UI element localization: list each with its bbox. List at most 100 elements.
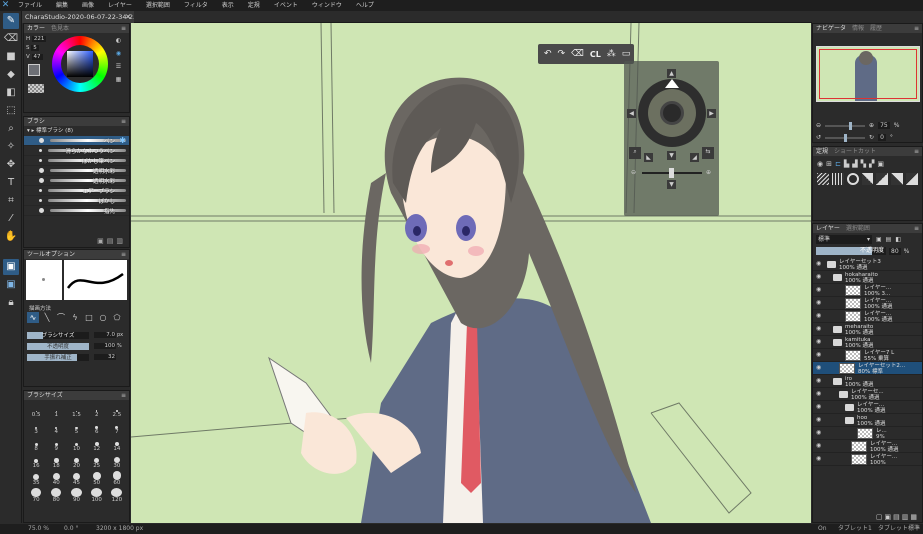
layer-row[interactable]: ◉ hoo 100% 通過: [813, 414, 922, 427]
ruler-snap-icon[interactable]: ⊞: [826, 160, 832, 168]
blend-mode-select[interactable]: 標準 ▾: [816, 235, 872, 244]
menu-event[interactable]: イベント: [267, 0, 305, 11]
brush-size-value[interactable]: 7.0: [94, 332, 116, 338]
clear-button[interactable]: CL: [590, 50, 601, 59]
ruler-tool-4-icon[interactable]: ▞: [869, 160, 874, 168]
brush-size-preset[interactable]: 2.5: [107, 403, 127, 418]
layer-row[interactable]: ◉ レイヤー7 L 55% 乗算: [813, 349, 922, 362]
panel-toggle-icon[interactable]: ▭: [622, 49, 631, 59]
brush-size-preset[interactable]: 14: [107, 437, 127, 452]
zoom-in-icon[interactable]: ⊕: [704, 168, 713, 177]
layer-visibility-icon[interactable]: ◉: [816, 456, 822, 462]
ruler-preset[interactable]: [817, 173, 829, 185]
brush-item[interactable]: ぼかし筆ペン: [24, 156, 129, 166]
panel-menu-icon[interactable]: ≡: [121, 250, 126, 259]
ruler-preset[interactable]: [831, 173, 844, 185]
brush-size-preset[interactable]: 45: [66, 471, 86, 486]
navigator-preview[interactable]: [816, 46, 920, 102]
layer-visibility-icon[interactable]: ◉: [816, 300, 822, 306]
navigator-rotate-slider[interactable]: [825, 133, 866, 142]
panel-menu-icon[interactable]: ≡: [914, 224, 919, 233]
transform-icon[interactable]: ⁂: [607, 49, 616, 59]
curve-icon[interactable]: ⌒: [55, 312, 67, 323]
layer-visibility-icon[interactable]: ◉: [816, 313, 822, 319]
brush-size-preset[interactable]: 5: [66, 420, 86, 435]
brush-size-preset[interactable]: 16: [26, 454, 46, 469]
layer-row[interactable]: ◉ kamituka 100% 通過: [813, 336, 922, 349]
hand-tool-icon[interactable]: ✋: [3, 229, 19, 245]
color-picker-icon[interactable]: ◐: [114, 36, 123, 45]
layer-row[interactable]: ◉ レイヤー... 100% 通過: [813, 297, 922, 310]
freehand-icon[interactable]: ∿: [27, 312, 39, 323]
navigator-zoom-slider[interactable]: [825, 121, 866, 130]
layer-visibility-icon[interactable]: ◉: [816, 365, 822, 371]
brush-size-preset[interactable]: 12: [87, 437, 107, 452]
tab-info[interactable]: 情報: [852, 24, 864, 33]
eraser-tool-icon[interactable]: ⌫: [3, 31, 19, 47]
opacity-value[interactable]: 100: [94, 343, 116, 349]
polyline-icon[interactable]: ϟ: [69, 312, 81, 323]
zoom-value[interactable]: 75: [878, 122, 890, 129]
canvas[interactable]: ↶ ↷ ⌫ CL ⁂ ▭ ▲ ◀ ▶ ▼ ⌕ ⇆ ◣ ◢ ⊖ ⊕ ▼: [131, 23, 811, 523]
brush-item[interactable]: 透明水彩: [24, 176, 129, 186]
layer-visibility-icon[interactable]: ◉: [816, 378, 822, 384]
zoom-out-icon[interactable]: ⊖: [629, 168, 638, 177]
layer-mask-icon[interactable]: ◧: [895, 236, 901, 243]
gradient-tool-icon[interactable]: ◧: [3, 85, 19, 101]
layer-visibility-icon[interactable]: ◉: [816, 339, 822, 345]
ruler-preset[interactable]: [906, 173, 918, 185]
rotate-right-icon[interactable]: ◢: [690, 153, 699, 162]
foreground-mode-icon[interactable]: ▣: [3, 259, 19, 275]
brush-size-preset[interactable]: 9: [46, 437, 66, 452]
tab-swatches[interactable]: 色見本: [51, 24, 69, 33]
layer-visibility-icon[interactable]: ◉: [816, 430, 822, 436]
brush-group-header[interactable]: ▾ ▸ 標準ブラシ (8): [24, 126, 129, 136]
rotate-cw-icon[interactable]: ↻: [869, 134, 874, 141]
h-value[interactable]: 221: [31, 36, 47, 42]
panel-menu-icon[interactable]: ≡: [914, 24, 919, 33]
brush-item[interactable]: ぼかし: [24, 196, 129, 206]
rotation-dial[interactable]: [638, 79, 706, 147]
ruler-tool-3-icon[interactable]: ▚: [861, 160, 866, 168]
rotate-value[interactable]: 0: [878, 134, 886, 141]
pen-tool-icon[interactable]: ✎: [3, 13, 19, 29]
layer-opacity-value[interactable]: 80: [889, 247, 901, 255]
brush-size-preset[interactable]: 30: [107, 454, 127, 469]
tab-color[interactable]: カラー: [27, 24, 45, 33]
rotate-left-icon[interactable]: ◣: [644, 153, 653, 162]
layer-row[interactable]: ◉ レイヤー... 100%: [813, 453, 922, 466]
menu-window[interactable]: ウィンドウ: [305, 0, 349, 11]
brush-size-preset[interactable]: 80: [46, 488, 66, 503]
menu-filter[interactable]: フィルタ: [177, 0, 215, 11]
layer-lock-icon[interactable]: ▣: [876, 236, 882, 243]
brush-size-preset[interactable]: 4: [46, 420, 66, 435]
crop-tool-icon[interactable]: ⌗: [3, 193, 19, 209]
brush-size-preset[interactable]: 10: [66, 437, 86, 452]
shape-tool-icon[interactable]: ■: [3, 49, 19, 65]
brush-size-preset[interactable]: 8: [26, 437, 46, 452]
layer-row[interactable]: ◉ レイヤー... 100% 3...: [813, 284, 922, 297]
layer-row[interactable]: ◉ レイヤー... 100% 通過: [813, 440, 922, 453]
brush-size-preset[interactable]: 60: [107, 471, 127, 486]
panel-menu-icon[interactable]: ≡: [121, 117, 126, 126]
opacity-slider[interactable]: 不透明度: [27, 342, 89, 350]
ruler-preset[interactable]: [861, 173, 874, 185]
layer-opacity-slider[interactable]: 不透明度: [816, 247, 886, 255]
brush-size-preset[interactable]: 20: [66, 454, 86, 469]
line-icon[interactable]: ╲: [41, 312, 53, 323]
ruler-preset[interactable]: [891, 173, 904, 185]
brush-item[interactable]: 指先: [24, 206, 129, 216]
layer-visibility-icon[interactable]: ◉: [816, 417, 822, 423]
stabilizer-slider[interactable]: 手振れ補正: [27, 353, 89, 361]
tab-ruler[interactable]: 定規: [816, 147, 828, 156]
brush-size-preset[interactable]: 70: [26, 488, 46, 503]
menu-ruler[interactable]: 定規: [241, 0, 267, 11]
document-tab[interactable]: CharaStudio-2020-06-07-22-34-2... ✕: [22, 11, 134, 23]
layer-visibility-icon[interactable]: ◉: [816, 274, 822, 280]
menu-selection[interactable]: 選択範囲: [139, 0, 177, 11]
layer-visibility-icon[interactable]: ◉: [816, 261, 822, 267]
s-value[interactable]: 5: [31, 45, 39, 51]
transparent-color-swatch[interactable]: [28, 84, 44, 93]
polygon-icon[interactable]: ⬠: [111, 312, 123, 323]
brush-settings-icon[interactable]: ✱: [119, 136, 126, 145]
